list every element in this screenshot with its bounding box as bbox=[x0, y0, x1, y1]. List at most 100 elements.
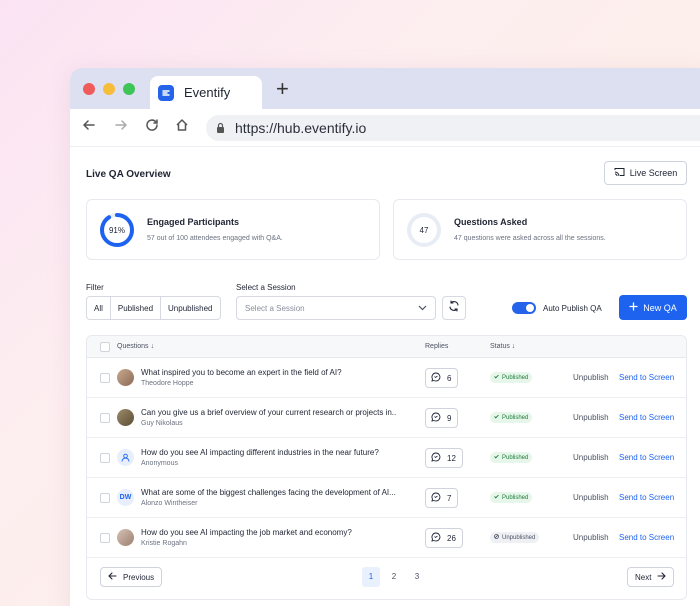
new-qa-label: New QA bbox=[643, 302, 677, 313]
replies-button[interactable]: 7 bbox=[425, 488, 459, 508]
address-bar: https://hub.eventify.io bbox=[70, 109, 700, 147]
auto-publish-label: Auto Publish QA bbox=[543, 304, 602, 313]
arrow-right-icon bbox=[657, 572, 667, 582]
filter-all[interactable]: All bbox=[87, 297, 111, 319]
unpublish-button[interactable]: Unpublish bbox=[573, 453, 609, 462]
chat-bubble-icon bbox=[431, 412, 441, 424]
filter-unpublished[interactable]: Unpublished bbox=[161, 297, 219, 319]
row-checkbox[interactable] bbox=[100, 413, 110, 423]
lock-icon bbox=[216, 120, 225, 136]
page-1[interactable]: 1 bbox=[362, 567, 380, 587]
arrow-left-icon bbox=[108, 572, 117, 582]
replies-button[interactable]: 9 bbox=[425, 408, 459, 428]
stat-card-engaged: 91% Engaged Participants 57 out of 100 a… bbox=[86, 199, 380, 260]
question-text: What inspired you to become an expert in… bbox=[141, 368, 342, 377]
check-icon bbox=[494, 454, 499, 461]
chat-bubble-icon bbox=[431, 532, 441, 544]
maximize-window-button[interactable] bbox=[123, 83, 135, 95]
page-3[interactable]: 3 bbox=[408, 572, 426, 581]
avatar: DW bbox=[117, 489, 134, 506]
questions-count: 47 bbox=[420, 226, 429, 235]
refresh-button[interactable] bbox=[442, 296, 466, 320]
replies-count: 9 bbox=[447, 413, 452, 423]
unpublish-button[interactable]: Unpublish bbox=[573, 373, 609, 382]
questions-ring: 47 bbox=[407, 212, 441, 247]
new-qa-button[interactable]: New QA bbox=[619, 295, 687, 320]
chevron-down-icon bbox=[418, 304, 427, 313]
send-to-screen-button[interactable]: Send to Screen bbox=[619, 533, 674, 542]
cast-icon bbox=[614, 167, 625, 179]
table-header: Questions ↓ Replies Status ↓ bbox=[87, 336, 686, 358]
page-2[interactable]: 2 bbox=[385, 572, 403, 581]
back-arrow-icon[interactable] bbox=[82, 118, 96, 137]
status-badge: Published bbox=[490, 452, 533, 463]
row-checkbox[interactable] bbox=[100, 453, 110, 463]
avatar bbox=[117, 369, 134, 386]
engaged-percent: 91% bbox=[109, 226, 125, 235]
previous-page-button[interactable]: Previous bbox=[100, 567, 163, 587]
header-status[interactable]: Status ↓ bbox=[490, 343, 515, 350]
row-checkbox[interactable] bbox=[100, 493, 110, 503]
check-icon bbox=[494, 414, 499, 421]
replies-button[interactable]: 6 bbox=[425, 368, 459, 388]
status-filter: All Published Unpublished bbox=[86, 296, 221, 320]
previous-label: Previous bbox=[123, 572, 155, 582]
filter-published[interactable]: Published bbox=[111, 297, 162, 319]
send-to-screen-button[interactable]: Send to Screen bbox=[619, 413, 674, 422]
avatar bbox=[117, 449, 134, 466]
stat-subtitle: 57 out of 100 attendees engaged with Q&A… bbox=[147, 235, 283, 242]
replies-button[interactable]: 26 bbox=[425, 528, 463, 548]
filter-label: Filter bbox=[86, 283, 104, 292]
select-all-checkbox[interactable] bbox=[100, 342, 110, 352]
stat-title: Engaged Participants bbox=[147, 217, 240, 227]
question-text: How do you see AI impacting different in… bbox=[141, 448, 379, 457]
chat-bubble-icon bbox=[431, 452, 441, 464]
status-badge: Unpublished bbox=[490, 532, 540, 543]
send-to-screen-button[interactable]: Send to Screen bbox=[619, 373, 674, 382]
plus-icon bbox=[629, 302, 638, 313]
eventify-logo-icon bbox=[158, 84, 174, 101]
send-to-screen-button[interactable]: Send to Screen bbox=[619, 453, 674, 462]
browser-window: Eventify + https://hub.eventify.io Live … bbox=[70, 68, 700, 606]
new-tab-button[interactable]: + bbox=[276, 78, 289, 100]
question-author: Alonzo Wintheiser bbox=[141, 500, 198, 507]
avatar bbox=[117, 529, 134, 546]
row-checkbox[interactable] bbox=[100, 373, 110, 383]
table-row: Can you give us a brief overview of your… bbox=[87, 398, 686, 438]
avatar bbox=[117, 409, 134, 426]
next-label: Next bbox=[635, 572, 652, 582]
header-questions[interactable]: Questions ↓ bbox=[117, 343, 154, 350]
replies-count: 26 bbox=[447, 533, 456, 543]
session-select[interactable]: Select a Session bbox=[236, 296, 436, 320]
home-icon[interactable] bbox=[175, 118, 189, 137]
reload-icon[interactable] bbox=[145, 118, 159, 137]
stat-card-questions: 47 Questions Asked 47 questions were ask… bbox=[393, 199, 687, 260]
auto-publish-toggle[interactable] bbox=[512, 302, 536, 314]
status-badge: Published bbox=[490, 372, 533, 383]
unpublish-button[interactable]: Unpublish bbox=[573, 413, 609, 422]
replies-button[interactable]: 12 bbox=[425, 448, 463, 468]
replies-count: 6 bbox=[447, 373, 452, 383]
unpublish-button[interactable]: Unpublish bbox=[573, 533, 609, 542]
engaged-progress-ring: 91% bbox=[100, 212, 134, 247]
browser-tab[interactable]: Eventify bbox=[150, 76, 262, 109]
live-screen-button[interactable]: Live Screen bbox=[604, 161, 687, 185]
send-to-screen-button[interactable]: Send to Screen bbox=[619, 493, 674, 502]
url-field[interactable]: https://hub.eventify.io bbox=[206, 115, 700, 141]
close-window-button[interactable] bbox=[83, 83, 95, 95]
minimize-window-button[interactable] bbox=[103, 83, 115, 95]
refresh-icon bbox=[448, 299, 460, 317]
question-text: Can you give us a brief overview of your… bbox=[141, 408, 397, 417]
question-author: Guy Nikolaus bbox=[141, 420, 183, 427]
replies-count: 7 bbox=[447, 493, 452, 503]
table-body: What inspired you to become an expert in… bbox=[87, 358, 686, 558]
live-screen-label: Live Screen bbox=[629, 168, 678, 178]
chat-bubble-icon bbox=[431, 372, 441, 384]
check-icon bbox=[494, 374, 499, 381]
browser-tab-bar: Eventify + bbox=[70, 68, 700, 109]
stat-title: Questions Asked bbox=[454, 217, 528, 227]
next-page-button[interactable]: Next bbox=[627, 567, 675, 587]
unpublish-button[interactable]: Unpublish bbox=[573, 493, 609, 502]
row-checkbox[interactable] bbox=[100, 533, 110, 543]
forward-arrow-icon[interactable] bbox=[114, 118, 128, 137]
